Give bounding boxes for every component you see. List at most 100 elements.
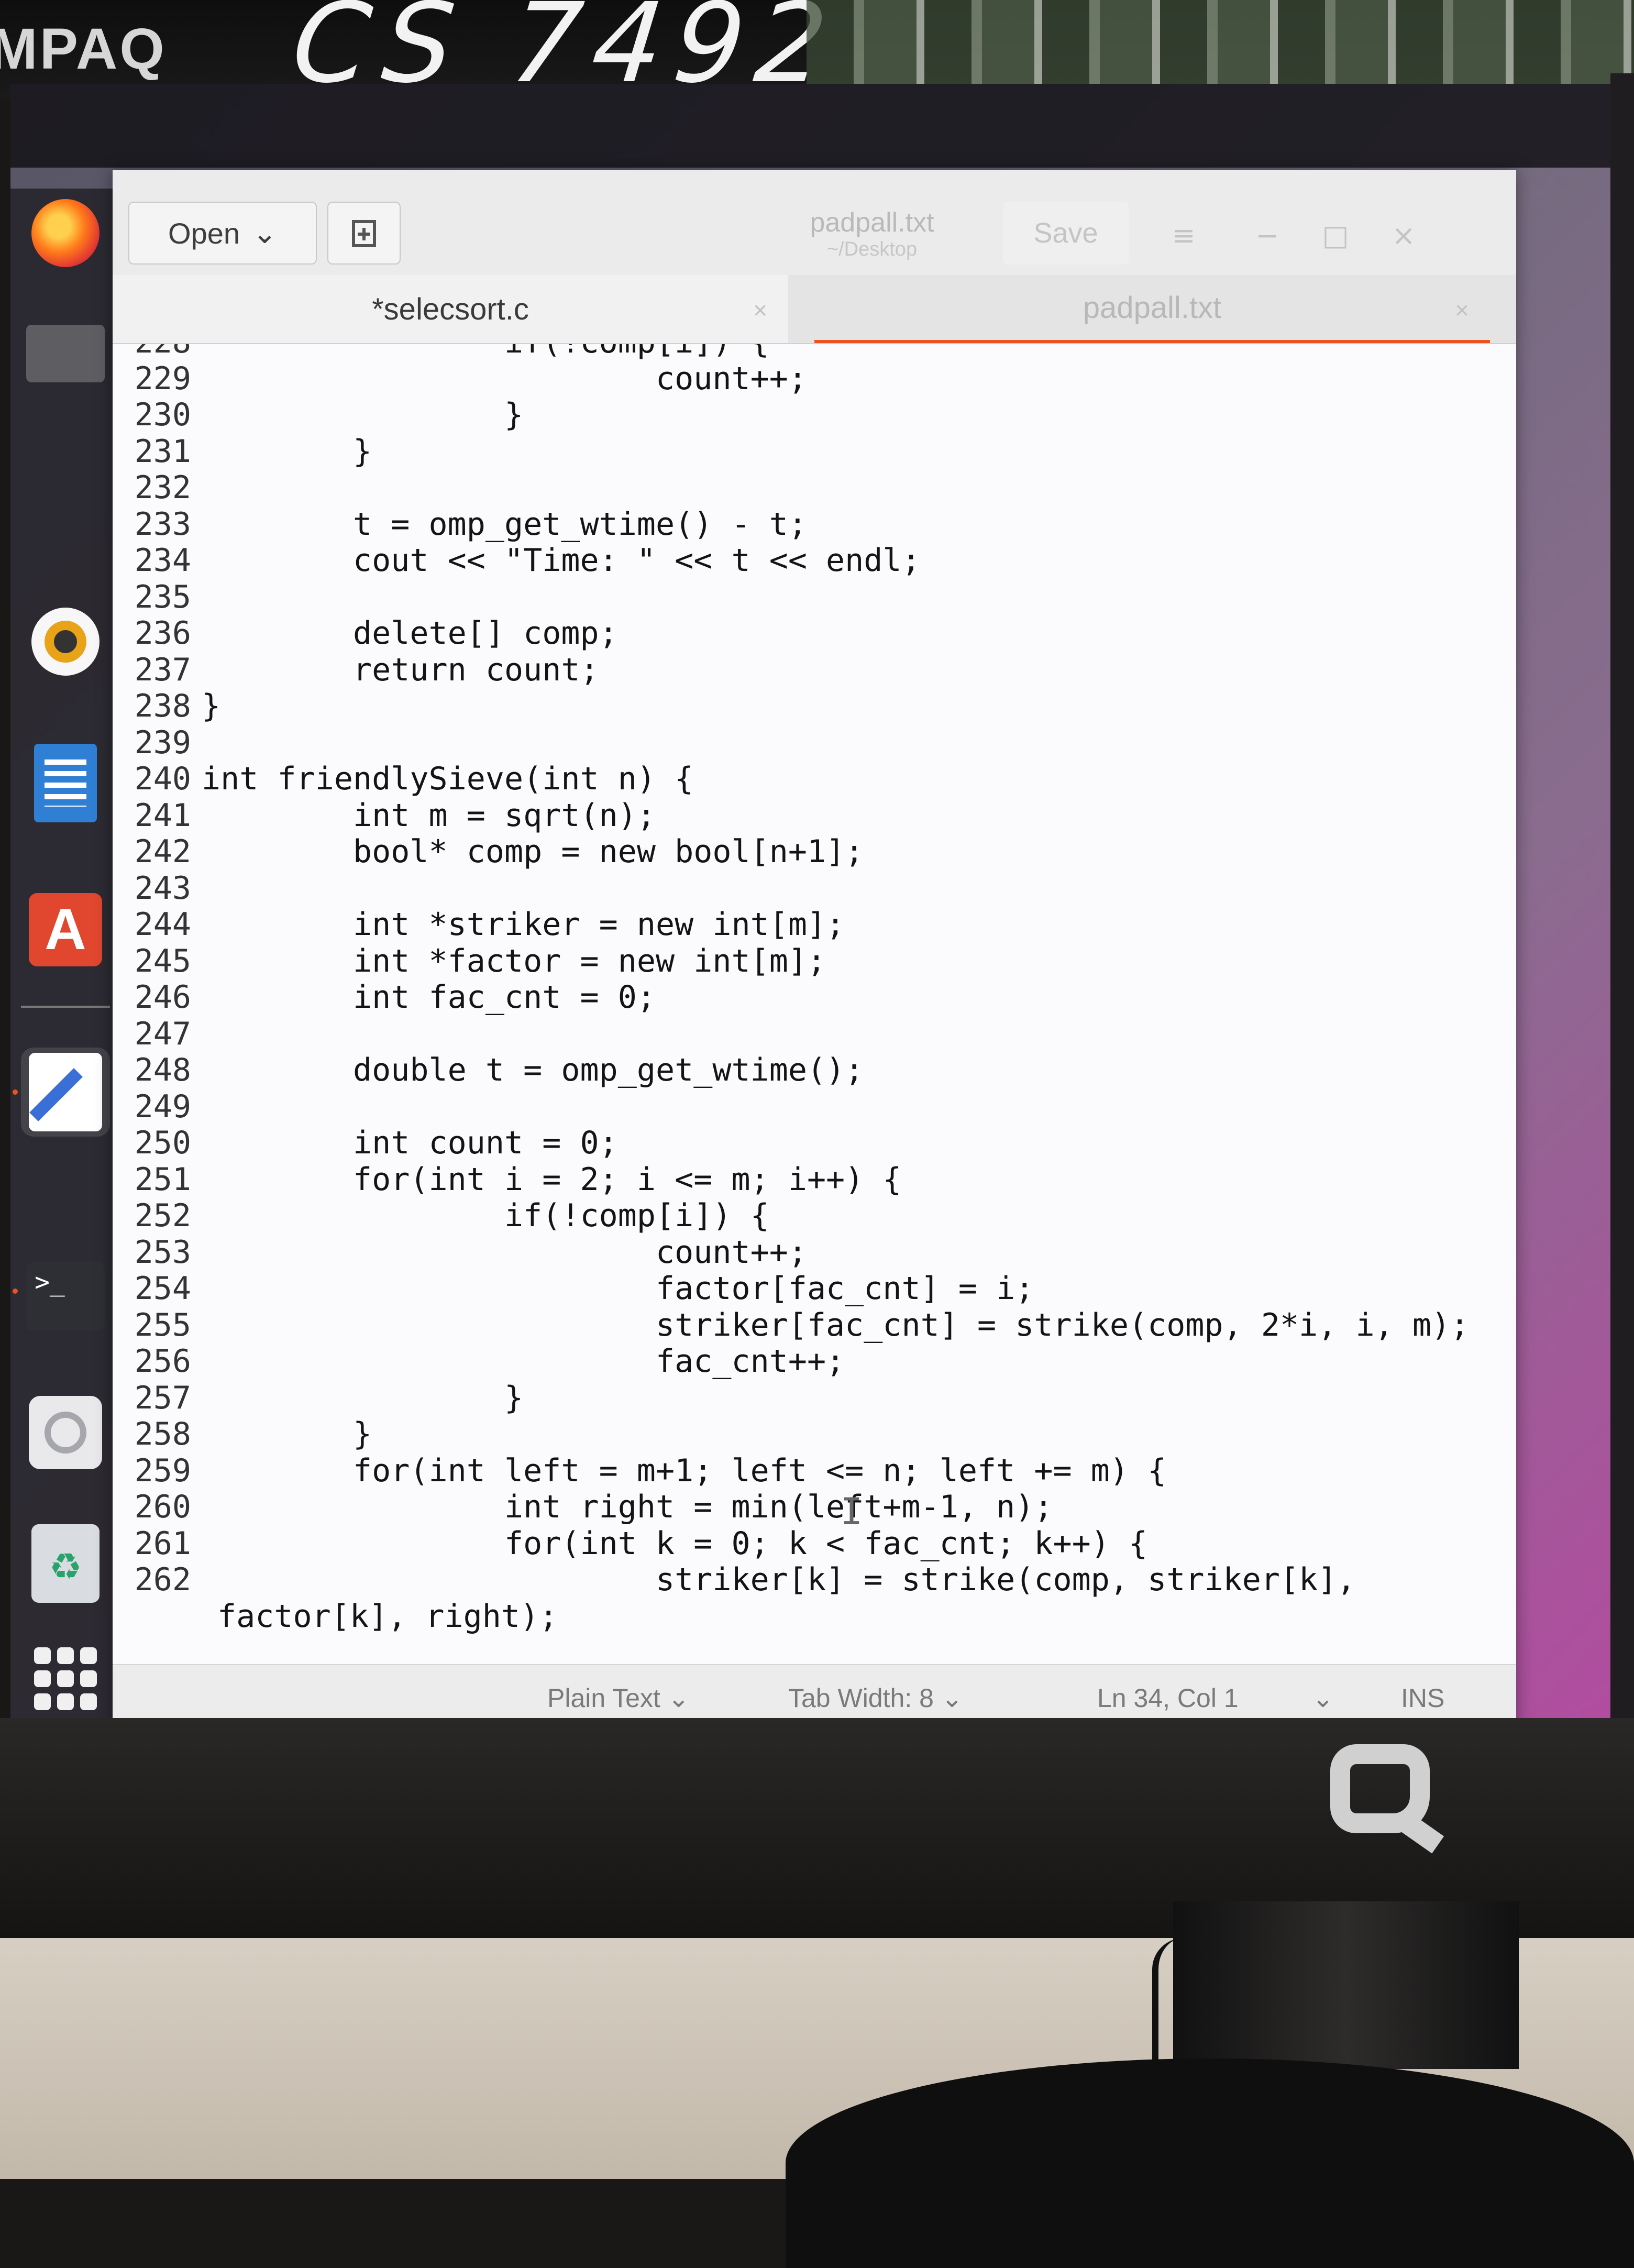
code-line[interactable]: 260 int right = min(left+m-1, n);: [113, 1488, 1053, 1526]
code-text: cout << "Time: " << t << endl;: [202, 542, 921, 579]
code-line[interactable]: 237 return count;: [113, 651, 599, 689]
code-line[interactable]: 251 for(int i = 2; i <= m; i++) {: [113, 1161, 902, 1198]
code-text: int m = sqrt(n);: [202, 797, 656, 834]
dock-item-text-editor[interactable]: [21, 1048, 110, 1137]
tab-padpall[interactable]: padpall.txt ×: [814, 275, 1490, 343]
code-line[interactable]: 239: [113, 724, 202, 762]
language-label: Plain Text: [547, 1683, 660, 1713]
save-button[interactable]: Save: [1003, 202, 1129, 265]
screen: A >_ Open ⌄: [10, 84, 1634, 1734]
minimize-icon[interactable]: −: [1244, 212, 1291, 259]
code-line[interactable]: 248 double t = omp_get_wtime();: [113, 1051, 864, 1089]
open-button[interactable]: Open ⌄: [128, 202, 317, 265]
line-number: 260: [134, 1489, 191, 1525]
dock-item-disc[interactable]: [21, 1388, 110, 1477]
line-number: 258: [134, 1416, 191, 1452]
insert-mode[interactable]: INS: [1401, 1683, 1444, 1713]
hamburger-menu-icon[interactable]: ≡: [1160, 212, 1207, 259]
code-line[interactable]: 247: [113, 1015, 202, 1053]
dock-item-writer[interactable]: [21, 739, 110, 828]
dock-item-terminal[interactable]: >_: [21, 1252, 110, 1341]
code-line[interactable]: 230 }: [113, 396, 523, 434]
code-line[interactable]: 241 int m = sqrt(n);: [113, 797, 656, 834]
dock-item-software[interactable]: A: [21, 885, 110, 974]
chevron-down-icon: ⌄: [941, 1683, 963, 1713]
code-text: double t = omp_get_wtime();: [202, 1052, 864, 1088]
code-line[interactable]: 232: [113, 469, 202, 507]
code-line[interactable]: 246 int fac_cnt = 0;: [113, 978, 656, 1016]
code-line[interactable]: 234 cout << "Time: " << t << endl;: [113, 542, 921, 579]
close-icon[interactable]: ×: [1380, 212, 1427, 259]
line-number: 239: [134, 724, 191, 761]
firefox-icon: [31, 199, 100, 267]
tab-width-selector[interactable]: Tab Width: 8 ⌄: [788, 1683, 963, 1713]
code-line[interactable]: 262 striker[k] = strike(comp, striker[k]…: [113, 1561, 1356, 1599]
code-line[interactable]: 240 int friendlySieve(int n) {: [113, 760, 694, 798]
code-line[interactable]: 229 count++;: [113, 360, 807, 398]
tab-label: padpall.txt: [1083, 290, 1222, 325]
chevron-down-icon: ⌄: [667, 1683, 690, 1713]
line-number: 236: [134, 615, 191, 652]
line-number: 240: [134, 761, 191, 797]
code-line[interactable]: 242 bool* comp = new bool[n+1];: [113, 833, 864, 871]
code-line[interactable]: 257 }: [113, 1379, 523, 1417]
code-text: t = omp_get_wtime() - t;: [202, 505, 807, 543]
code-text: }: [202, 397, 524, 433]
code-line[interactable]: 258 }: [113, 1415, 372, 1453]
maximize-icon[interactable]: □: [1312, 212, 1359, 259]
code-line[interactable]: 256 fac_cnt++;: [113, 1342, 845, 1380]
code-text: for(int left = m+1; left <= n; left += m…: [202, 1452, 1167, 1489]
code-editor[interactable]: 228 if(!comp[i]) {229 count++;230 }231 }…: [113, 344, 1516, 1664]
code-line[interactable]: 255 striker[fac_cnt] = strike(comp, 2*i,…: [113, 1306, 1470, 1344]
line-number: 254: [134, 1270, 191, 1307]
line-number: 230: [134, 397, 191, 433]
close-tab-icon[interactable]: ×: [1455, 296, 1469, 324]
code-line[interactable]: 245 int *factor = new int[m];: [113, 942, 826, 980]
close-tab-icon[interactable]: ×: [753, 296, 767, 324]
cursor-position[interactable]: Ln 34, Col 1: [1097, 1683, 1239, 1713]
code-text: factor[fac_cnt] = i;: [202, 1270, 1034, 1307]
line-number: 251: [134, 1161, 191, 1198]
code-line[interactable]: 254 factor[fac_cnt] = i;: [113, 1270, 1034, 1307]
running-indicator: [13, 1289, 18, 1294]
text-cursor-ibeam-icon: I: [841, 1490, 863, 1533]
code-line[interactable]: 243: [113, 869, 202, 907]
code-line[interactable]: factor[k], right);: [113, 1598, 558, 1635]
code-line[interactable]: 233 t = omp_get_wtime() - t;: [113, 505, 807, 543]
code-line[interactable]: 259 for(int left = m+1; left <= n; left …: [113, 1452, 1167, 1490]
line-number: 229: [134, 360, 191, 397]
dock-item-rhythmbox[interactable]: [21, 597, 110, 686]
code-line[interactable]: 235: [113, 578, 202, 616]
dock-item-firefox[interactable]: [21, 189, 110, 278]
show-apps-button[interactable]: [21, 1634, 110, 1723]
files-icon: [26, 325, 105, 382]
code-text: int *striker = new int[m];: [202, 906, 845, 943]
tab-selecsort[interactable]: *selecsort.c ×: [113, 275, 788, 343]
monitor-stand-base: [786, 2058, 1634, 2268]
chevron-down-icon: ⌄: [252, 216, 277, 249]
code-line[interactable]: 250 int count = 0;: [113, 1124, 618, 1162]
code-text: int friendlySieve(int n) {: [202, 761, 694, 797]
code-text: count++;: [202, 360, 807, 397]
code-line[interactable]: 231 }: [113, 433, 372, 470]
code-text: int *factor = new int[m];: [202, 942, 826, 979]
header-bar: Open ⌄ padpall.txt ~/Desktop Save ≡ − □ …: [113, 170, 1516, 276]
line-number: 259: [134, 1452, 191, 1489]
chevron-down-icon[interactable]: ⌄: [1312, 1683, 1334, 1713]
code-line[interactable]: 238}: [113, 687, 221, 725]
dock-item-files[interactable]: [21, 309, 110, 398]
new-tab-button[interactable]: [327, 202, 401, 265]
code-line[interactable]: 249: [113, 1088, 202, 1126]
code-line[interactable]: 228 if(!comp[i]) {: [113, 344, 769, 361]
code-line[interactable]: 252 if(!comp[i]) {: [113, 1197, 769, 1235]
dock-item-trash[interactable]: [21, 1519, 110, 1608]
code-line[interactable]: 261 for(int k = 0; k < fac_cnt; k++) {: [113, 1525, 1148, 1562]
line-number: 237: [134, 651, 191, 688]
line-number: 243: [134, 869, 191, 907]
language-selector[interactable]: Plain Text ⌄: [547, 1683, 690, 1713]
code-line[interactable]: 236 delete[] comp;: [113, 614, 618, 652]
line-number: 261: [134, 1525, 191, 1562]
code-line[interactable]: 244 int *striker = new int[m];: [113, 906, 845, 943]
code-line[interactable]: 253 count++;: [113, 1234, 807, 1271]
disc-icon: [29, 1396, 102, 1469]
